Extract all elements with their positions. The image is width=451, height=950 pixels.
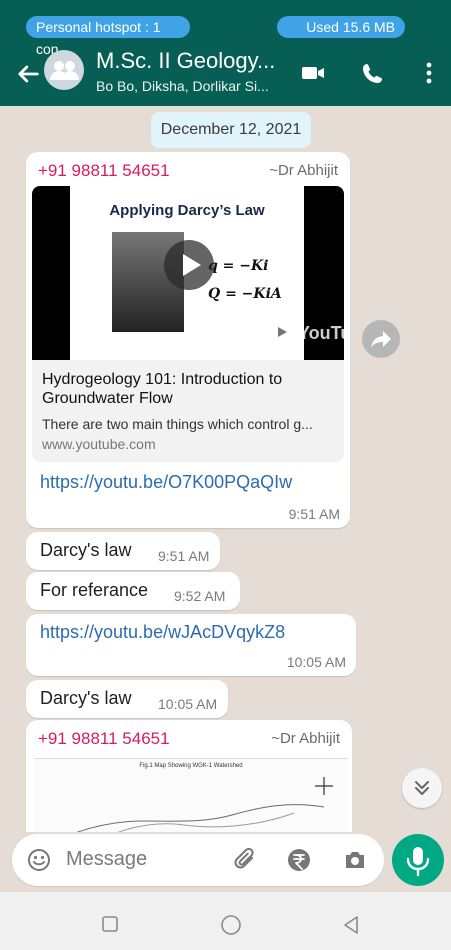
- message-link[interactable]: https://youtu.be/O7K00PQaQIw: [40, 472, 292, 493]
- svg-text:YouTube: YouTube: [298, 323, 344, 343]
- back-nav-icon[interactable]: [340, 914, 362, 936]
- more-vert-icon[interactable]: [416, 60, 442, 86]
- sender-phone[interactable]: +91 98811 54651: [38, 729, 170, 749]
- message-text: Darcy's law: [40, 540, 132, 560]
- message-time: 9:52 AM: [174, 588, 226, 604]
- group-title[interactable]: M.Sc. II Geology...: [96, 48, 275, 74]
- back-arrow-icon[interactable]: [14, 60, 42, 88]
- scroll-down-button[interactable]: [402, 768, 442, 808]
- preview-domain: www.youtube.com: [42, 436, 156, 452]
- message-time: 9:51 AM: [158, 548, 210, 564]
- message-bubble[interactable]: For referance 9:52 AM: [26, 572, 240, 610]
- home-icon[interactable]: [220, 914, 242, 936]
- recent-apps-icon[interactable]: [100, 914, 120, 934]
- message-text: Darcy's law: [40, 688, 132, 708]
- message-bubble[interactable]: Darcy's law 9:51 AM: [26, 532, 220, 570]
- message-text: For referance: [40, 580, 149, 600]
- forward-icon: [371, 331, 391, 348]
- message-input[interactable]: Message: [66, 848, 147, 871]
- chat-header: M.Sc. II Geology... Bo Bo, Diksha, Dorli…: [0, 44, 451, 106]
- rupee-icon[interactable]: [286, 847, 312, 873]
- message-time: 10:05 AM: [158, 696, 218, 712]
- scroll-down-icon: [415, 781, 429, 795]
- message-bubble[interactable]: +91 98811 54651 ~Dr Abhijit Applying Dar…: [26, 152, 350, 528]
- message-time: 9:51 AM: [288, 506, 340, 522]
- message-bubble[interactable]: https://youtu.be/wJAcDVqykZ8 10:05 AM: [26, 614, 356, 676]
- sender-phone[interactable]: +91 98811 54651: [38, 161, 170, 181]
- attach-icon[interactable]: [232, 846, 260, 874]
- video-call-icon[interactable]: [300, 60, 326, 86]
- slide-title: Applying Darcy’s Law: [109, 202, 265, 219]
- top-bar: Personal hotspot : 1 con... Used 15.6 MB…: [0, 0, 451, 106]
- phone-call-icon[interactable]: [360, 60, 386, 86]
- emoji-icon[interactable]: [26, 847, 52, 873]
- message-composer[interactable]: Message: [12, 834, 384, 886]
- group-participants[interactable]: Bo Bo, Diksha, Dorlikar Si...: [96, 78, 269, 94]
- video-thumbnail[interactable]: Applying Darcy’s Law q = −Ki Q = −KiA Yo…: [32, 186, 344, 360]
- watershed-map-icon: [76, 777, 333, 832]
- sender-alias: ~Dr Abhijit: [271, 730, 340, 747]
- youtube-logo: YouTube: [268, 322, 344, 343]
- play-icon: [183, 254, 201, 276]
- message-bubble[interactable]: Darcy's law 10:05 AM: [26, 680, 228, 718]
- link-preview-card[interactable]: Applying Darcy’s Law q = −Ki Q = −KiA Yo…: [32, 186, 344, 462]
- message-bubble[interactable]: +91 98811 54651 ~Dr Abhijit Fig.1 Map Sh…: [26, 720, 352, 832]
- map-image[interactable]: Fig.1 Map Showing WGK-1 Watershed: [34, 758, 348, 832]
- data-usage-status: Used 15.6 MB: [277, 16, 405, 38]
- mic-icon: [406, 847, 430, 877]
- chat-area[interactable]: December 12, 2021 +91 98811 54651 ~Dr Ab…: [0, 106, 451, 832]
- message-time: 10:05 AM: [286, 654, 346, 670]
- equation-2: Q = −KiA: [208, 286, 282, 302]
- camera-icon[interactable]: [342, 847, 368, 873]
- group-icon: [50, 61, 79, 80]
- forward-button[interactable]: [362, 320, 400, 358]
- sender-alias: ~Dr Abhijit: [269, 162, 338, 179]
- group-avatar[interactable]: [44, 50, 84, 90]
- android-nav-bar: [0, 892, 451, 950]
- message-link[interactable]: https://youtu.be/wJAcDVqykZ8: [40, 622, 285, 643]
- preview-title[interactable]: Hydrogeology 101: Introduction to Ground…: [42, 370, 338, 408]
- preview-description: There are two main things which control …: [42, 416, 313, 432]
- hotspot-status: Personal hotspot : 1 con...: [26, 16, 190, 57]
- play-button[interactable]: [164, 240, 214, 290]
- mic-button[interactable]: [392, 834, 444, 886]
- equation-1: q = −Ki: [208, 258, 269, 274]
- date-chip: December 12, 2021: [151, 112, 311, 148]
